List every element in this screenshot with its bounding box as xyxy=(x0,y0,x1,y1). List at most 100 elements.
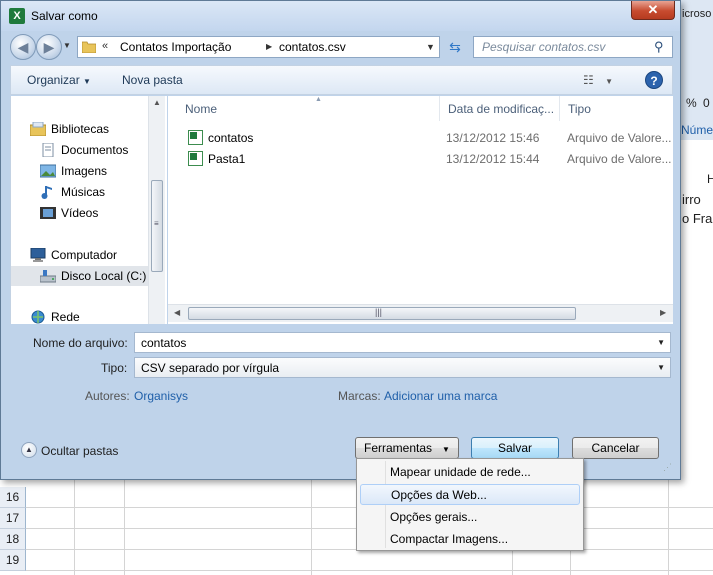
excel-number-format-fragment: Número xyxy=(681,123,713,137)
excel-percent-fragment: % xyxy=(686,96,697,110)
nav-label: Músicas xyxy=(61,185,106,199)
nav-item-music[interactable]: Músicas xyxy=(11,182,156,202)
help-icon[interactable]: ? xyxy=(645,71,663,89)
breadcrumb-overflow[interactable]: « xyxy=(102,40,108,52)
nav-item-network[interactable]: Rede xyxy=(11,307,156,324)
authors-field[interactable]: Organisys xyxy=(134,389,188,403)
close-button[interactable]: ✕ xyxy=(631,1,675,20)
chevron-down-icon[interactable]: ▼ xyxy=(657,338,665,347)
filename-input[interactable]: contatos ▼ xyxy=(134,332,671,353)
recent-pages-dropdown-icon[interactable]: ▼ xyxy=(63,41,71,50)
address-dropdown-icon[interactable]: ▼ xyxy=(426,42,435,52)
arrow-right-icon: ▶ xyxy=(43,39,55,55)
views-menu[interactable]: ☷ ▼ xyxy=(583,73,613,87)
column-header-date[interactable]: Data de modificaç... xyxy=(440,96,560,121)
file-type-value: CSV separado por vírgula xyxy=(141,361,280,375)
nav-label: Bibliotecas xyxy=(51,122,110,136)
chevron-down-icon[interactable]: ▼ xyxy=(657,363,665,372)
authors-label: Autores: xyxy=(85,389,130,403)
scroll-right-icon[interactable]: ▶ xyxy=(660,308,666,317)
address-bar[interactable]: « Contatos Importação ▶ contatos.csv ▼ xyxy=(77,36,440,58)
hide-folders-icon[interactable]: ▲ xyxy=(21,442,37,458)
breadcrumb-item[interactable]: contatos.csv xyxy=(279,40,346,54)
grip-icon: ||| xyxy=(375,307,383,317)
nav-item-pictures[interactable]: Imagens xyxy=(11,161,156,181)
nav-item-documents[interactable]: Documentos xyxy=(11,140,156,160)
tags-field[interactable]: Adicionar uma marca xyxy=(384,389,497,403)
search-icon: ⚲ xyxy=(654,39,664,54)
menu-item-compress-pictures[interactable]: Compactar Imagens... xyxy=(360,529,580,550)
excel-row-header[interactable]: 19 xyxy=(0,550,26,571)
scroll-up-icon[interactable]: ▲ xyxy=(153,98,161,107)
navigation-pane: Bibliotecas Documentos Imagens Músicas V… xyxy=(10,96,167,324)
csv-file-icon xyxy=(188,130,203,145)
views-icon: ☷ xyxy=(583,73,594,87)
menu-item-map-network-drive[interactable]: Mapear unidade de rede... xyxy=(360,462,580,483)
excel-row-header[interactable]: 16 xyxy=(0,487,26,508)
search-input[interactable]: Pesquisar contatos.csv ⚲ xyxy=(473,36,673,58)
excel-title-fragment: icroso xyxy=(682,8,712,20)
file-list-horizontal-scrollbar[interactable]: ◀ ||| ▶ xyxy=(168,304,673,322)
organize-menu[interactable]: Organizar ▼ xyxy=(27,73,91,87)
tools-button[interactable]: Ferramentas ▼ xyxy=(355,437,459,459)
back-button[interactable]: ◀ xyxy=(10,34,36,60)
file-date: 13/12/2012 15:44 xyxy=(446,152,540,166)
csv-file-icon xyxy=(188,151,203,166)
title-bar[interactable]: X Salvar como ✕ xyxy=(1,1,680,31)
menu-item-general-options[interactable]: Opções gerais... xyxy=(360,507,580,528)
excel-cell-fragment: irro xyxy=(682,192,701,207)
network-icon xyxy=(31,310,45,324)
nav-label: Imagens xyxy=(61,164,108,178)
cancel-button[interactable]: Cancelar xyxy=(572,437,659,459)
sort-ascending-icon: ▲ xyxy=(315,96,322,103)
scroll-left-icon[interactable]: ◀ xyxy=(174,308,180,317)
nav-label: Computador xyxy=(51,248,118,262)
hide-folders-button[interactable]: Ocultar pastas xyxy=(41,444,118,458)
column-header-type[interactable]: Tipo xyxy=(560,96,673,121)
nav-label: Rede xyxy=(51,310,80,324)
file-date: 13/12/2012 15:46 xyxy=(446,131,540,145)
file-row[interactable]: contatos 13/12/2012 15:46 Arquivo de Val… xyxy=(168,128,673,149)
nav-label: Documentos xyxy=(61,143,129,157)
folder-icon xyxy=(82,41,96,53)
excel-row-header[interactable]: 18 xyxy=(0,529,26,550)
nav-item-local-disk[interactable]: Disco Local (C:) xyxy=(11,266,156,286)
refresh-button[interactable]: ⇆ xyxy=(444,36,466,58)
computer-icon xyxy=(30,248,46,262)
nav-label: Disco Local (C:) xyxy=(61,269,147,283)
tools-menu: Mapear unidade de rede... Opções da Web.… xyxy=(356,458,584,551)
chevron-down-icon: ▼ xyxy=(442,445,450,454)
library-icon xyxy=(30,122,46,136)
nav-label: Vídeos xyxy=(61,206,99,220)
file-row[interactable]: Pasta1 13/12/2012 15:44 Arquivo de Valor… xyxy=(168,149,673,170)
breadcrumb-item[interactable]: Contatos Importação xyxy=(120,40,231,54)
column-header-name[interactable]: Nome ▲ xyxy=(177,96,440,121)
new-folder-button[interactable]: Nova pasta xyxy=(122,73,183,87)
arrow-left-icon: ◀ xyxy=(17,39,29,55)
scroll-thumb[interactable]: ||| xyxy=(188,307,576,320)
save-button[interactable]: Salvar xyxy=(471,437,559,459)
tags-label: Marcas: xyxy=(338,389,381,403)
search-placeholder: Pesquisar contatos.csv xyxy=(482,40,606,54)
nav-item-computer[interactable]: Computador xyxy=(11,245,156,265)
excel-row-header[interactable]: 17 xyxy=(0,508,26,529)
nav-item-libraries[interactable]: Bibliotecas xyxy=(11,119,156,139)
scroll-thumb[interactable]: ≡ xyxy=(151,180,163,272)
filename-label: Nome do arquivo: xyxy=(33,336,128,350)
window-title: Salvar como xyxy=(31,9,98,23)
breadcrumb-separator-icon[interactable]: ▶ xyxy=(266,42,272,51)
nav-item-videos[interactable]: Vídeos xyxy=(11,203,156,223)
pictures-icon xyxy=(40,164,56,178)
excel-zero-fragment: 0 xyxy=(703,96,710,110)
navigation-pane-scrollbar[interactable]: ▲ ≡ xyxy=(148,96,165,324)
file-name: Pasta1 xyxy=(208,152,246,166)
videos-icon xyxy=(40,207,56,219)
file-name: contatos xyxy=(208,131,254,145)
forward-button[interactable]: ▶ xyxy=(36,34,62,60)
resize-grip-icon[interactable]: ⋰ xyxy=(663,462,672,473)
excel-cell-fragment: o Fra xyxy=(682,211,713,226)
menu-item-web-options[interactable]: Opções da Web... xyxy=(360,484,580,505)
file-type: Arquivo de Valore... xyxy=(567,152,672,166)
excel-row[interactable] xyxy=(26,550,713,571)
file-type-select[interactable]: CSV separado por vírgula ▼ xyxy=(134,357,671,378)
